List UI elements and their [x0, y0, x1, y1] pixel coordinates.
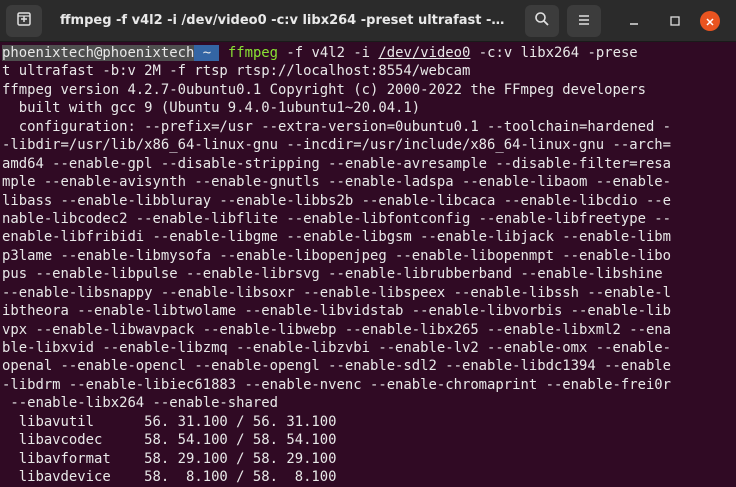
output-line: vpx --enable-libwavpack --enable-libwebp… [2, 321, 672, 338]
hamburger-menu-icon [577, 12, 591, 31]
output-line: ffmpeg version 4.2.7-0ubuntu0.1 Copyrigh… [2, 81, 646, 98]
search-icon [534, 11, 550, 31]
menu-button[interactable] [567, 5, 601, 37]
terminal-output[interactable]: phoenixtech@phoenixtech ~ ffmpeg -f v4l2… [0, 42, 736, 485]
output-line: libavutil 56. 31.100 / 56. 31.100 [2, 413, 337, 430]
output-line: pus --enable-libpulse --enable-librsvg -… [2, 266, 672, 283]
output-line: libass --enable-libbluray --enable-libbs… [2, 192, 672, 209]
window-title: ffmpeg -f v4l2 -i /dev/video0 -c:v libx2… [60, 13, 510, 28]
maximize-icon [669, 12, 681, 31]
output-lines: ffmpeg version 4.2.7-0ubuntu0.1 Copyrigh… [2, 81, 736, 487]
output-line: ble-libxvid --enable-libzmq --enable-lib… [2, 340, 672, 356]
command-name: ffmpeg [227, 45, 279, 61]
title-bar: ffmpeg -f v4l2 -i /dev/video0 -c:v libx2… [0, 0, 736, 42]
command-continuation: t ultrafast -b:v 2M -f rtsp rtsp://local… [2, 63, 471, 80]
output-line: p3lame --enable-libmysofa --enable-libop… [2, 247, 672, 264]
output-line: nable-libcodec2 --enable-libflite --enab… [2, 210, 672, 227]
maximize-button[interactable] [665, 11, 685, 31]
output-line: -libdir=/usr/lib/x86_64-linux-gnu --incd… [2, 137, 672, 154]
close-icon [705, 12, 715, 31]
prompt-directory: ~ [194, 45, 220, 61]
output-line: enable-libfribidi --enable-libgme --enab… [2, 229, 672, 246]
output-line: -libdrm --enable-libiec61883 --enable-nv… [2, 376, 672, 393]
minimize-button[interactable] [624, 11, 644, 31]
prompt-dir-text: ~ [202, 45, 212, 61]
command-path: /dev/video0 [378, 45, 471, 61]
output-line: ibtheora --enable-libtwolame --enable-li… [2, 303, 672, 320]
output-line: amd64 --enable-gpl --disable-stripping -… [2, 155, 672, 172]
close-button[interactable] [700, 11, 720, 31]
output-line: --enable-libx264 --enable-shared [2, 395, 278, 412]
output-line: libavcodec 58. 54.100 / 58. 54.100 [2, 432, 337, 449]
output-line: openal --enable-opencl --enable-opengl -… [2, 358, 672, 375]
command-args: -f v4l2 -i [278, 45, 379, 61]
new-tab-button[interactable] [6, 5, 42, 37]
output-line: libavformat 58. 29.100 / 58. 29.100 [2, 450, 337, 467]
search-button[interactable] [525, 5, 559, 37]
output-line: configuration: --prefix=/usr --extra-ver… [2, 118, 672, 135]
new-tab-icon [16, 11, 32, 31]
prompt-user: phoenixtech@phoenixtech [2, 45, 195, 61]
prompt-line: phoenixtech@phoenixtech ~ ffmpeg -f v4l2… [2, 44, 736, 62]
terminal-window: ffmpeg -f v4l2 -i /dev/video0 -c:v libx2… [0, 0, 736, 485]
minimize-icon [628, 12, 640, 31]
output-line: --enable-libsnappy --enable-libsoxr --en… [2, 284, 672, 301]
output-line: libavdevice 58. 8.100 / 58. 8.100 [2, 469, 337, 486]
output-line: mple --enable-avisynth --enable-gnutls -… [2, 174, 672, 191]
command-args-rest: -c:v libx264 -prese [470, 45, 638, 61]
output-line: built with gcc 9 (Ubuntu 9.4.0-1ubuntu1~… [2, 100, 421, 117]
